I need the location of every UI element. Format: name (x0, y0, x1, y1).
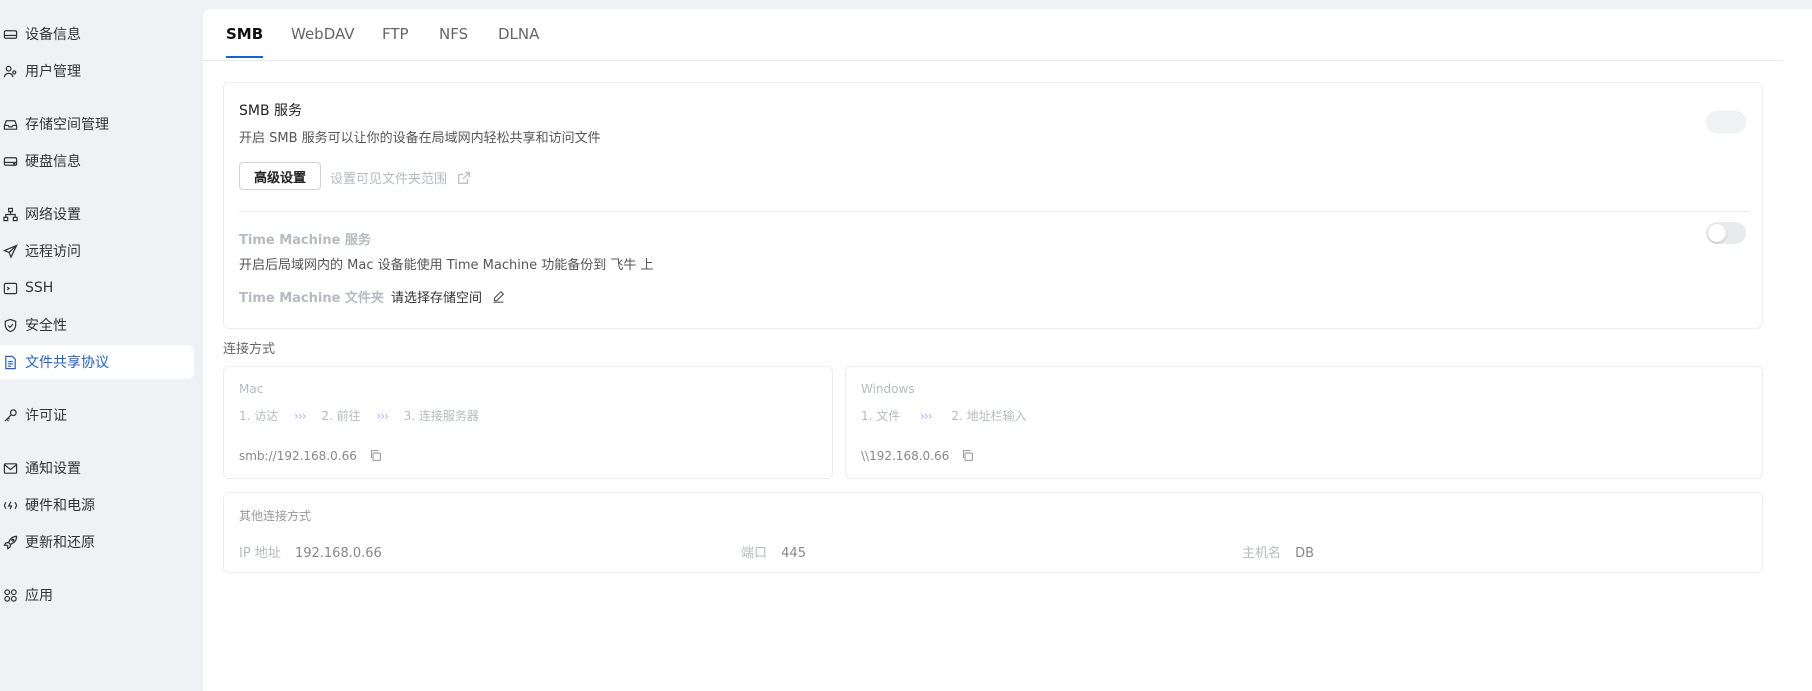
ip-row: IP 地址 192.168.0.66 (239, 542, 382, 561)
sidebar-item-user-management[interactable]: 用户管理 (0, 54, 194, 88)
sidebar-item-label: 用户管理 (25, 64, 81, 80)
hard-drive-icon (2, 153, 18, 169)
sidebar-item-label: 远程访问 (25, 244, 81, 260)
sidebar-item-notifications[interactable]: 通知设置 (0, 451, 194, 485)
host-label: 主机名 (1242, 546, 1282, 561)
chevrons-right-icon: ››› (920, 409, 932, 423)
tab-ftp[interactable]: FTP (382, 25, 409, 56)
edit-pencil-icon (492, 290, 505, 307)
tab-dlna[interactable]: DLNA (498, 25, 539, 56)
sidebar-item-label: 更新和还原 (25, 535, 95, 551)
sidebar-item-network[interactable]: 网络设置 (0, 197, 194, 231)
smb-service-title: SMB 服务 (239, 103, 303, 119)
send-icon (2, 243, 18, 259)
copy-icon[interactable] (961, 449, 974, 465)
host-value: DB (1295, 546, 1315, 561)
windows-title: Windows (861, 382, 915, 396)
sidebar-item-remote-access[interactable]: 远程访问 (0, 234, 194, 268)
protocol-tabs: SMB WebDAV FTP NFS DLNA (203, 9, 1783, 61)
time-machine-desc: 开启后局域网内的 Mac 设备能使用 Time Machine 功能备份到 飞牛… (239, 258, 654, 273)
sidebar-item-label: 设备信息 (25, 27, 81, 43)
external-link-icon (457, 171, 471, 189)
mac-step-1: 1. 访达 (239, 409, 279, 423)
windows-address-row: \\192.168.0.66 (861, 449, 974, 465)
mac-address-row: smb://192.168.0.66 (239, 449, 382, 465)
disk-icon (2, 26, 18, 42)
rocket-icon (2, 534, 18, 550)
mac-connection-card: Mac 1. 访达 ››› 2. 前往 ››› 3. 连接服务器 smb://1… (223, 366, 833, 479)
users-icon (2, 63, 18, 79)
sidebar-item-apps[interactable]: 应用 (0, 578, 194, 612)
ip-value: 192.168.0.66 (294, 546, 382, 561)
visible-folder-scope-link[interactable]: 设置可见文件夹范围 (330, 168, 471, 189)
key-icon (2, 407, 18, 423)
tab-nfs[interactable]: NFS (439, 25, 468, 56)
sidebar-item-security[interactable]: 安全性 (0, 308, 194, 342)
mail-icon (2, 460, 18, 476)
sidebar-item-label: 硬盘信息 (25, 154, 81, 170)
power-icon (2, 497, 18, 513)
connection-heading: 连接方式 (223, 342, 276, 357)
windows-step-1: 1. 文件 (861, 409, 901, 423)
card-divider (239, 211, 1749, 212)
sidebar-item-label: 应用 (25, 588, 53, 604)
sidebar-item-label: 存储空间管理 (25, 117, 109, 133)
other-connection-heading: 其他连接方式 (239, 509, 312, 523)
sidebar-item-disk-info[interactable]: 硬盘信息 (0, 144, 194, 178)
chevrons-right-icon: ››› (376, 409, 388, 423)
sidebar-item-label: 文件共享协议 (25, 355, 109, 371)
time-machine-folder-label: Time Machine 文件夹 (239, 291, 384, 306)
sidebar-item-label: SSH (25, 280, 54, 296)
windows-step-2: 2. 地址栏输入 (951, 409, 1027, 423)
host-row: 主机名 DB (1242, 542, 1314, 561)
time-machine-toggle[interactable] (1706, 222, 1746, 244)
terminal-icon (2, 280, 18, 296)
copy-icon[interactable] (369, 449, 382, 465)
smb-service-toggle[interactable] (1706, 111, 1746, 133)
smb-service-desc: 开启 SMB 服务可以让你的设备在局域网内轻松共享和访问文件 (239, 131, 601, 146)
sidebar-item-ssh[interactable]: SSH (0, 271, 194, 305)
sidebar-item-label: 许可证 (25, 408, 67, 424)
windows-connection-card: Windows 1. 文件 ››› 2. 地址栏输入 \\192.168.0.6… (845, 366, 1763, 479)
time-machine-folder-select[interactable]: 请选择存储空间 (391, 287, 505, 307)
network-icon (2, 206, 18, 222)
port-row: 端口 445 (741, 542, 806, 561)
sidebar-item-label: 网络设置 (25, 207, 81, 223)
time-machine-folder-value: 请选择存储空间 (391, 291, 483, 306)
sidebar-item-license[interactable]: 许可证 (0, 398, 194, 432)
sidebar-item-file-sharing[interactable]: 文件共享协议 (0, 345, 194, 379)
mac-step-2: 2. 前往 (321, 409, 361, 423)
shield-icon (2, 317, 18, 333)
sidebar-item-hardware-power[interactable]: 硬件和电源 (0, 488, 194, 522)
mac-address: smb://192.168.0.66 (239, 449, 357, 463)
windows-steps: 1. 文件 ››› 2. 地址栏输入 (861, 407, 1027, 424)
port-value: 445 (781, 546, 806, 561)
windows-address: \\192.168.0.66 (861, 449, 950, 463)
time-machine-title: Time Machine 服务 (239, 233, 371, 248)
main-panel: SMB WebDAV FTP NFS DLNA SMB 服务 开启 SMB 服务… (203, 9, 1812, 691)
sidebar-item-storage[interactable]: 存储空间管理 (0, 107, 194, 141)
sidebar-item-label: 通知设置 (25, 461, 81, 477)
sidebar-item-device-info[interactable]: 设备信息 (0, 17, 194, 51)
chevrons-right-icon: ››› (294, 409, 306, 423)
mac-steps: 1. 访达 ››› 2. 前往 ››› 3. 连接服务器 (239, 407, 479, 424)
smb-settings-card: SMB 服务 开启 SMB 服务可以让你的设备在局域网内轻松共享和访问文件 高级… (223, 82, 1763, 329)
inbox-icon (2, 116, 18, 132)
mac-step-3: 3. 连接服务器 (403, 409, 479, 423)
visible-folder-scope-label: 设置可见文件夹范围 (330, 172, 448, 187)
port-label: 端口 (741, 546, 768, 561)
sidebar-item-label: 安全性 (25, 318, 67, 334)
mac-title: Mac (239, 382, 264, 396)
other-connection-card: 其他连接方式 IP 地址 192.168.0.66 端口 445 主机名 DB (223, 492, 1763, 573)
sidebar-item-update-restore[interactable]: 更新和还原 (0, 525, 194, 559)
tab-smb[interactable]: SMB (226, 25, 264, 58)
ip-label: IP 地址 (239, 546, 281, 561)
sidebar: 设备信息 用户管理 存储空间管理 硬盘信息 网络设置 远程访问 SSH 安全性 … (0, 0, 202, 691)
advanced-settings-button[interactable]: 高级设置 (239, 162, 321, 190)
document-icon (2, 354, 18, 370)
sidebar-item-label: 硬件和电源 (25, 498, 95, 514)
tab-webdav[interactable]: WebDAV (291, 25, 355, 56)
apps-grid-icon (2, 587, 18, 603)
